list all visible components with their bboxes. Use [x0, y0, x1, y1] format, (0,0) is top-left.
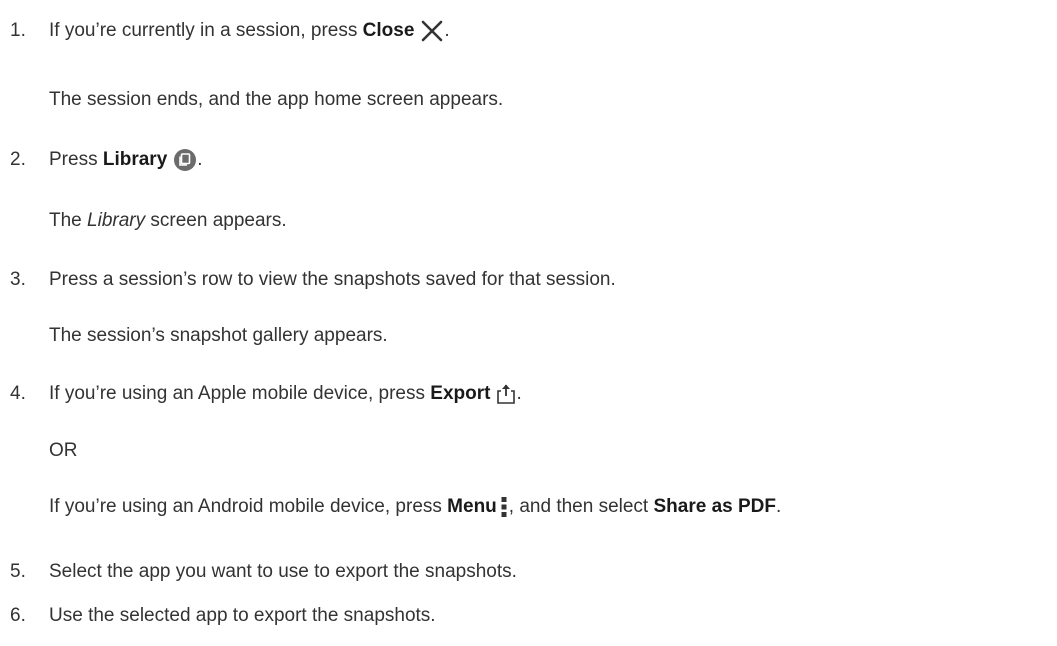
menu-icon: [501, 496, 507, 518]
step-3-instruction: 3. Press a session’s row to view the sna…: [0, 268, 616, 292]
step-2-instruction: 2. Press Library .: [0, 148, 203, 172]
step-text: Use the selected app to export the snaps…: [49, 605, 436, 626]
step-text: Press: [49, 149, 103, 170]
step-3-result: The session’s snapshot gallery appears.: [49, 324, 388, 348]
result-text: The: [49, 210, 88, 231]
alt-text-end: .: [776, 496, 782, 517]
step-number: 6.: [10, 605, 26, 626]
step-number: 2.: [10, 149, 26, 170]
step-number: 1.: [10, 20, 26, 41]
library-screen-name: Library: [87, 210, 146, 231]
library-label: Library: [102, 149, 168, 170]
alt-text-middle: , and then select: [508, 496, 654, 517]
menu-label: Menu: [447, 496, 497, 517]
step-1-instruction: 1. If you’re currently in a session, pre…: [0, 19, 450, 43]
export-label: Export: [430, 383, 491, 404]
close-label: Close: [362, 20, 415, 41]
share-as-pdf-label: Share as PDF: [653, 496, 777, 517]
step-text-end: .: [516, 383, 522, 404]
step-4-instruction: 4. If you’re using an Apple mobile devic…: [0, 382, 522, 406]
result-text-end: screen appears.: [145, 210, 287, 231]
result-text: The session’s snapshot gallery appears.: [49, 325, 388, 346]
alt-text: If you’re using an Android mobile device…: [49, 496, 448, 517]
step-number: 3.: [10, 269, 26, 290]
step-number: 4.: [10, 383, 26, 404]
or-text: OR: [49, 440, 78, 461]
close-icon: [420, 19, 444, 43]
step-4-or: OR: [49, 439, 78, 463]
step-4-alternative: If you’re using an Android mobile device…: [49, 495, 781, 519]
library-icon: [173, 148, 197, 172]
step-text-end: .: [197, 149, 203, 170]
step-1-result: The session ends, and the app home scree…: [49, 88, 503, 112]
step-text: If you’re currently in a session, press: [49, 20, 363, 41]
step-5-instruction: 5. Select the app you want to use to exp…: [0, 560, 517, 584]
step-text: Press a session’s row to view the snapsh…: [49, 269, 616, 290]
step-2-result: The Library screen appears.: [49, 209, 287, 233]
step-text: If you’re using an Apple mobile device, …: [49, 383, 431, 404]
step-6-instruction: 6. Use the selected app to export the sn…: [0, 604, 436, 628]
step-text: Select the app you want to use to export…: [49, 561, 517, 582]
step-number: 5.: [10, 561, 26, 582]
result-text: The session ends, and the app home scree…: [49, 89, 504, 110]
export-icon: [496, 383, 516, 405]
step-text-end: .: [444, 20, 450, 41]
